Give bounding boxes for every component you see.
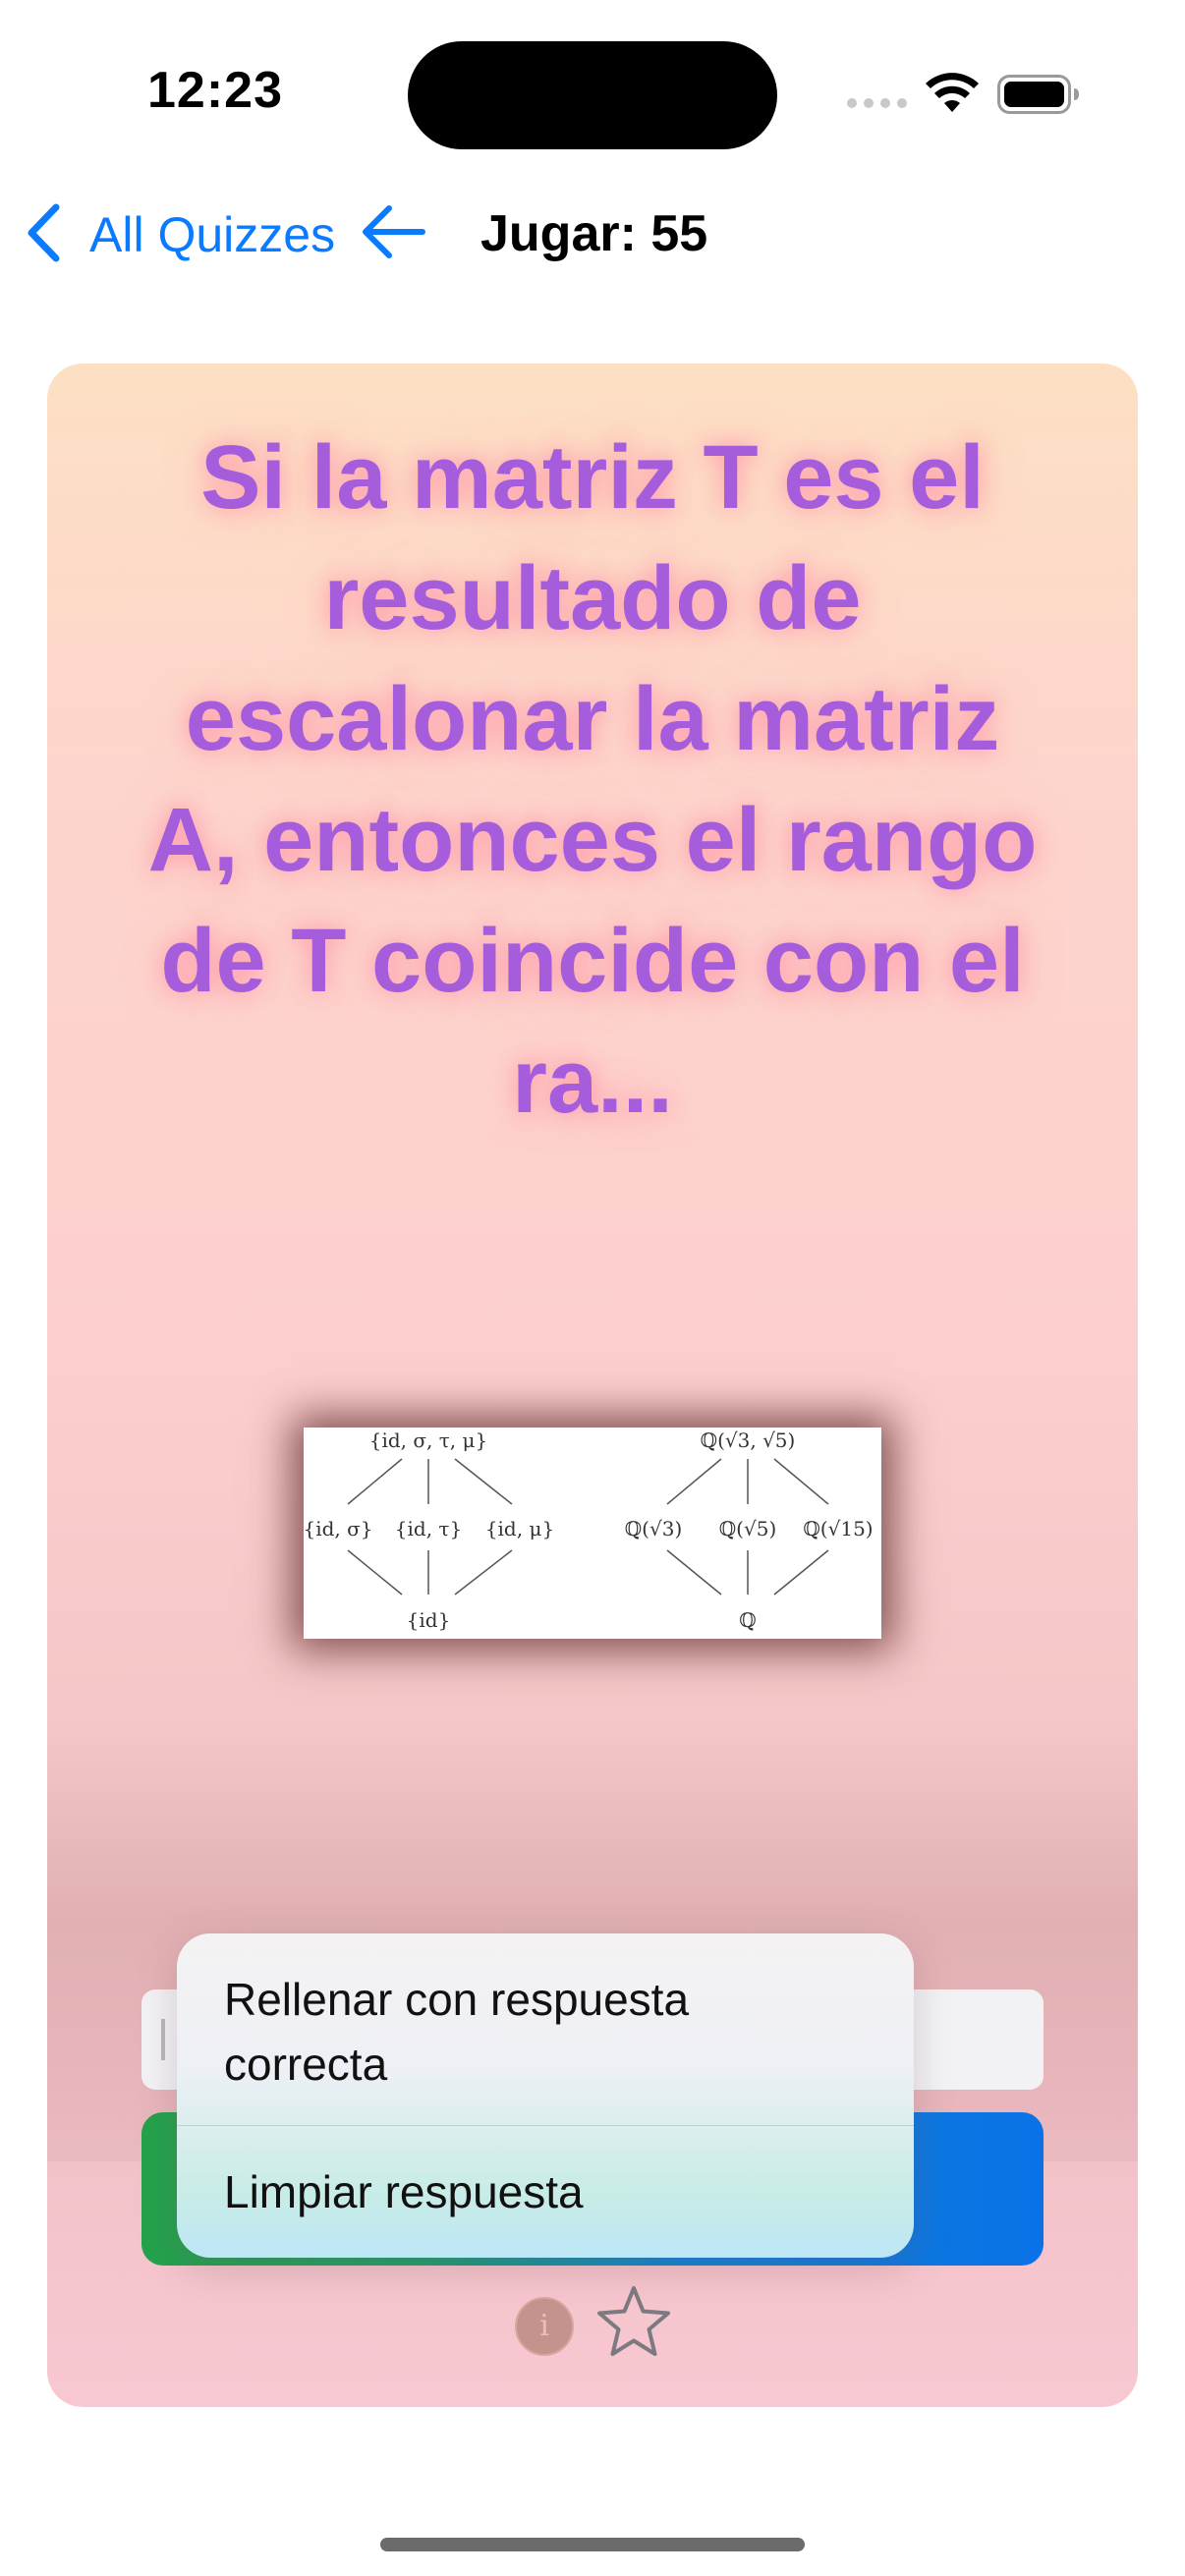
page-title: Jugar: 55 bbox=[480, 205, 708, 262]
diagram-label: {id} bbox=[407, 1608, 451, 1632]
battery-icon bbox=[997, 75, 1079, 114]
context-menu: Rellenar con respuesta correcta Limpiar … bbox=[177, 1933, 914, 2258]
menu-item-fill-correct-answer[interactable]: Rellenar con respuesta correcta bbox=[177, 1933, 914, 2126]
diagram-label: {id, τ} bbox=[395, 1517, 462, 1540]
status-bar: 12:23 bbox=[0, 0, 1185, 177]
text-caret bbox=[161, 2019, 165, 2060]
menu-item-label: Limpiar respuesta bbox=[224, 2166, 584, 2217]
chevron-left-icon[interactable] bbox=[24, 202, 63, 263]
diagram-label: ℚ(√3) bbox=[625, 1517, 683, 1540]
star-icon[interactable] bbox=[595, 2284, 672, 2359]
question-text: Si la matriz T es el resultado de escalo… bbox=[147, 427, 1038, 1132]
diagram-label: {id, σ, τ, μ} bbox=[369, 1428, 488, 1452]
info-icon[interactable]: i bbox=[515, 2297, 574, 2356]
diagram-label: ℚ(√5) bbox=[719, 1517, 777, 1540]
home-indicator[interactable] bbox=[380, 2538, 805, 2551]
arrow-left-icon[interactable] bbox=[360, 203, 426, 260]
cellular-signal-icon bbox=[847, 98, 907, 108]
diagram-label: ℚ bbox=[739, 1608, 756, 1632]
diagram-label: ℚ(√15) bbox=[803, 1517, 873, 1540]
wifi-icon bbox=[926, 73, 979, 112]
diagram-label: ℚ(√3, √5) bbox=[701, 1428, 796, 1452]
status-time: 12:23 bbox=[147, 62, 283, 119]
menu-item-clear-answer[interactable]: Limpiar respuesta bbox=[177, 2126, 914, 2258]
question-image: {id, σ, τ, μ} {id, σ} {id, τ} {id, μ} {i… bbox=[304, 1428, 881, 1639]
dynamic-island bbox=[408, 41, 777, 149]
back-button[interactable]: All Quizzes bbox=[89, 206, 335, 263]
diagram-label: {id, σ} bbox=[304, 1517, 373, 1540]
menu-item-label: Rellenar con respuesta correcta bbox=[224, 1974, 690, 2090]
diagram-label: {id, μ} bbox=[485, 1517, 554, 1540]
navigation-bar: All Quizzes Jugar: 55 bbox=[0, 177, 1185, 285]
